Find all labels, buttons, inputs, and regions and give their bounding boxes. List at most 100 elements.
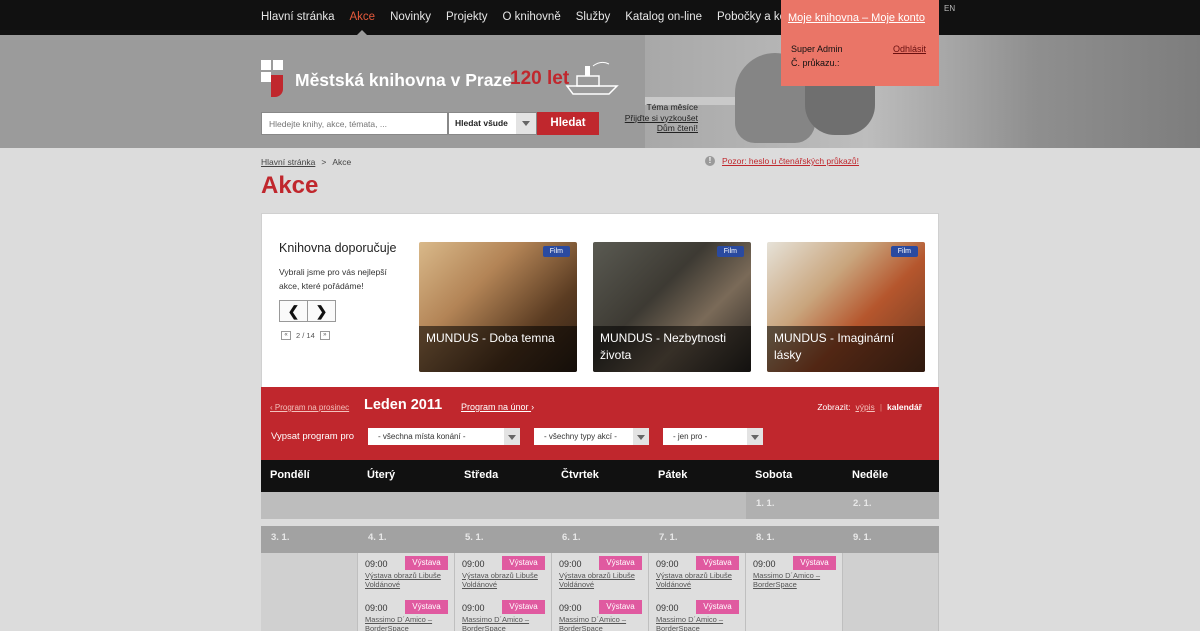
event-card[interactable]: Film MUNDUS - Imaginární lásky <box>767 242 925 372</box>
event-time: 09:00 <box>559 603 582 613</box>
event-tag: Výstava <box>599 600 642 614</box>
view-switch: Zobrazit: výpis | kalendář <box>817 402 922 412</box>
logo-square <box>261 60 271 70</box>
place-filter-value: - všechna místa konání - <box>378 432 466 441</box>
event-title[interactable]: Massimo D´Amico – BorderSpace <box>365 615 455 631</box>
category-badge: Film <box>890 246 918 257</box>
breadcrumb-separator: > <box>321 157 327 167</box>
password-alert: ! Pozor: heslo u čtenářských průkazů! <box>705 156 859 166</box>
recommend-description: Vybrali jsme pro vás nejlepší akce, kter… <box>279 267 387 291</box>
event-title[interactable]: Massimo D´Amico – BorderSpace <box>656 615 746 631</box>
event-title[interactable]: Massimo D´Amico – BorderSpace <box>462 615 552 631</box>
event-caption: MUNDUS - Imaginární lásky <box>767 326 925 372</box>
chevron-down-icon <box>747 428 763 445</box>
site-header: Městská knihovna v Praze 120 let Hledat … <box>0 35 1200 148</box>
event-tag: Výstava <box>599 556 642 570</box>
type-filter-select[interactable]: - všechny typy akcí - <box>534 428 649 445</box>
account-panel: Moje knihovna – Moje konto Super Admin Č… <box>781 0 939 86</box>
calendar-row-gap <box>261 519 939 526</box>
nav-item-events[interactable]: Akce <box>350 0 375 35</box>
page-title: Akce <box>261 172 319 199</box>
calendar-date: 9. 1. <box>843 526 939 553</box>
view-label: Zobrazit: <box>817 402 851 412</box>
day-cell: 09:00 Výstava Výstava obrazů Libuše Vold… <box>552 553 649 631</box>
calendar-date: 1. 1. <box>746 492 843 519</box>
user-name: Super Admin <box>791 44 843 54</box>
event-title[interactable]: Výstava obrazů Libuše Voldánové <box>656 571 746 589</box>
view-separator: | <box>879 402 883 412</box>
search-scope-select[interactable]: Hledat všude <box>448 112 537 135</box>
calendar-date: 6. 1. <box>552 526 649 553</box>
nav-item-projects[interactable]: Projekty <box>446 0 488 35</box>
info-icon: ! <box>705 156 715 166</box>
calendar-date: 5. 1. <box>455 526 552 553</box>
next-arrow-icon[interactable]: ❯ <box>308 301 335 321</box>
theme-link[interactable]: Dům čtení! <box>600 123 698 134</box>
event-title[interactable]: Massimo D´Amico – BorderSpace <box>559 615 649 631</box>
event-tag: Výstava <box>405 600 448 614</box>
event-title[interactable]: Výstava obrazů Libuše Voldánové <box>462 571 552 589</box>
nav-item-catalog[interactable]: Katalog on-line <box>625 0 702 35</box>
last-page-icon[interactable]: » <box>319 331 330 340</box>
calendar-date: 2. 1. <box>843 492 939 519</box>
breadcrumb-home[interactable]: Hlavní stránka <box>261 157 315 167</box>
logo-square <box>273 60 283 70</box>
event-time: 09:00 <box>559 559 582 569</box>
site-logo[interactable]: Městská knihovna v Praze 120 let <box>261 60 621 100</box>
calendar-date: 7. 1. <box>649 526 746 553</box>
weekday-label: Úterý <box>358 460 455 497</box>
logo-name: Městská knihovna v Praze <box>295 70 512 90</box>
day-cell: 09:00 Výstava Výstava obrazů Libuše Vold… <box>455 553 552 631</box>
event-time: 09:00 <box>462 559 485 569</box>
day-cell <box>843 553 939 631</box>
event-tag: Výstava <box>793 556 836 570</box>
category-badge: Film <box>542 246 570 257</box>
weekday-label: Pátek <box>649 460 746 497</box>
prev-month-link[interactable]: ‹ Program na prosinec <box>270 403 349 412</box>
event-card[interactable]: Film MUNDUS - Nezbytnosti života <box>593 242 751 372</box>
place-filter-select[interactable]: - všechna místa konání - <box>368 428 520 445</box>
search-input[interactable] <box>261 112 448 135</box>
next-month-link[interactable]: Program na únor › <box>461 402 534 412</box>
event-caption: MUNDUS - Doba temna <box>419 326 577 372</box>
breadcrumb-current: Akce <box>332 157 352 167</box>
chevron-right-icon: › <box>531 402 535 412</box>
theme-link[interactable]: Přijďte si vyzkoušet <box>600 113 698 124</box>
current-month: Leden 2011 <box>364 397 443 413</box>
nav-item-news[interactable]: Novinky <box>390 0 431 35</box>
weekday-header: Pondělí Úterý Středa Čtvrtek Pátek Sobot… <box>261 460 940 497</box>
recommended-events: Knihovna doporučuje Vybrali jsme pro vás… <box>261 213 939 388</box>
logo-comma <box>271 75 283 97</box>
event-time: 09:00 <box>462 603 485 613</box>
nav-item-home[interactable]: Hlavní stránka <box>261 0 335 35</box>
weekday-label: Neděle <box>843 460 940 497</box>
prev-arrow-icon[interactable]: ❮ <box>280 301 308 321</box>
carousel-page-count: « 2 / 14 » <box>281 331 330 340</box>
day-cell: 09:00 Výstava Výstava obrazů Libuše Vold… <box>358 553 455 631</box>
event-tag: Výstava <box>696 556 739 570</box>
calendar-empty-row <box>261 492 746 519</box>
weekday-label: Čtvrtek <box>552 460 649 497</box>
event-title[interactable]: Výstava obrazů Libuše Voldánové <box>559 571 649 589</box>
event-time: 09:00 <box>656 603 679 613</box>
search-button[interactable]: Hledat <box>537 112 599 135</box>
first-page-icon[interactable]: « <box>281 331 291 340</box>
language-switch[interactable]: EN <box>944 4 955 13</box>
logout-link[interactable]: Odhlásit <box>893 44 926 54</box>
audience-filter-select[interactable]: - jen pro - <box>663 428 763 445</box>
event-title[interactable]: Massimo D´Amico – BorderSpace <box>753 571 843 589</box>
logo-square <box>261 72 271 82</box>
calendar-date: 8. 1. <box>746 526 843 553</box>
event-title[interactable]: Výstava obrazů Libuše Voldánové <box>365 571 455 589</box>
type-filter-value: - všechny typy akcí - <box>544 432 617 441</box>
weekday-label: Středa <box>455 460 552 497</box>
alert-link[interactable]: Pozor: heslo u čtenářských průkazů! <box>722 156 859 166</box>
nav-item-about[interactable]: O knihovně <box>503 0 561 35</box>
view-list-link[interactable]: výpis <box>855 402 874 412</box>
my-account-link[interactable]: Moje knihovna – Moje konto <box>788 12 925 24</box>
event-tag: Výstava <box>696 600 739 614</box>
breadcrumb: Hlavní stránka > Akce <box>261 157 351 167</box>
nav-item-services[interactable]: Služby <box>576 0 611 35</box>
event-card[interactable]: Film MUNDUS - Doba temna <box>419 242 577 372</box>
audience-filter-value: - jen pro - <box>673 432 708 441</box>
